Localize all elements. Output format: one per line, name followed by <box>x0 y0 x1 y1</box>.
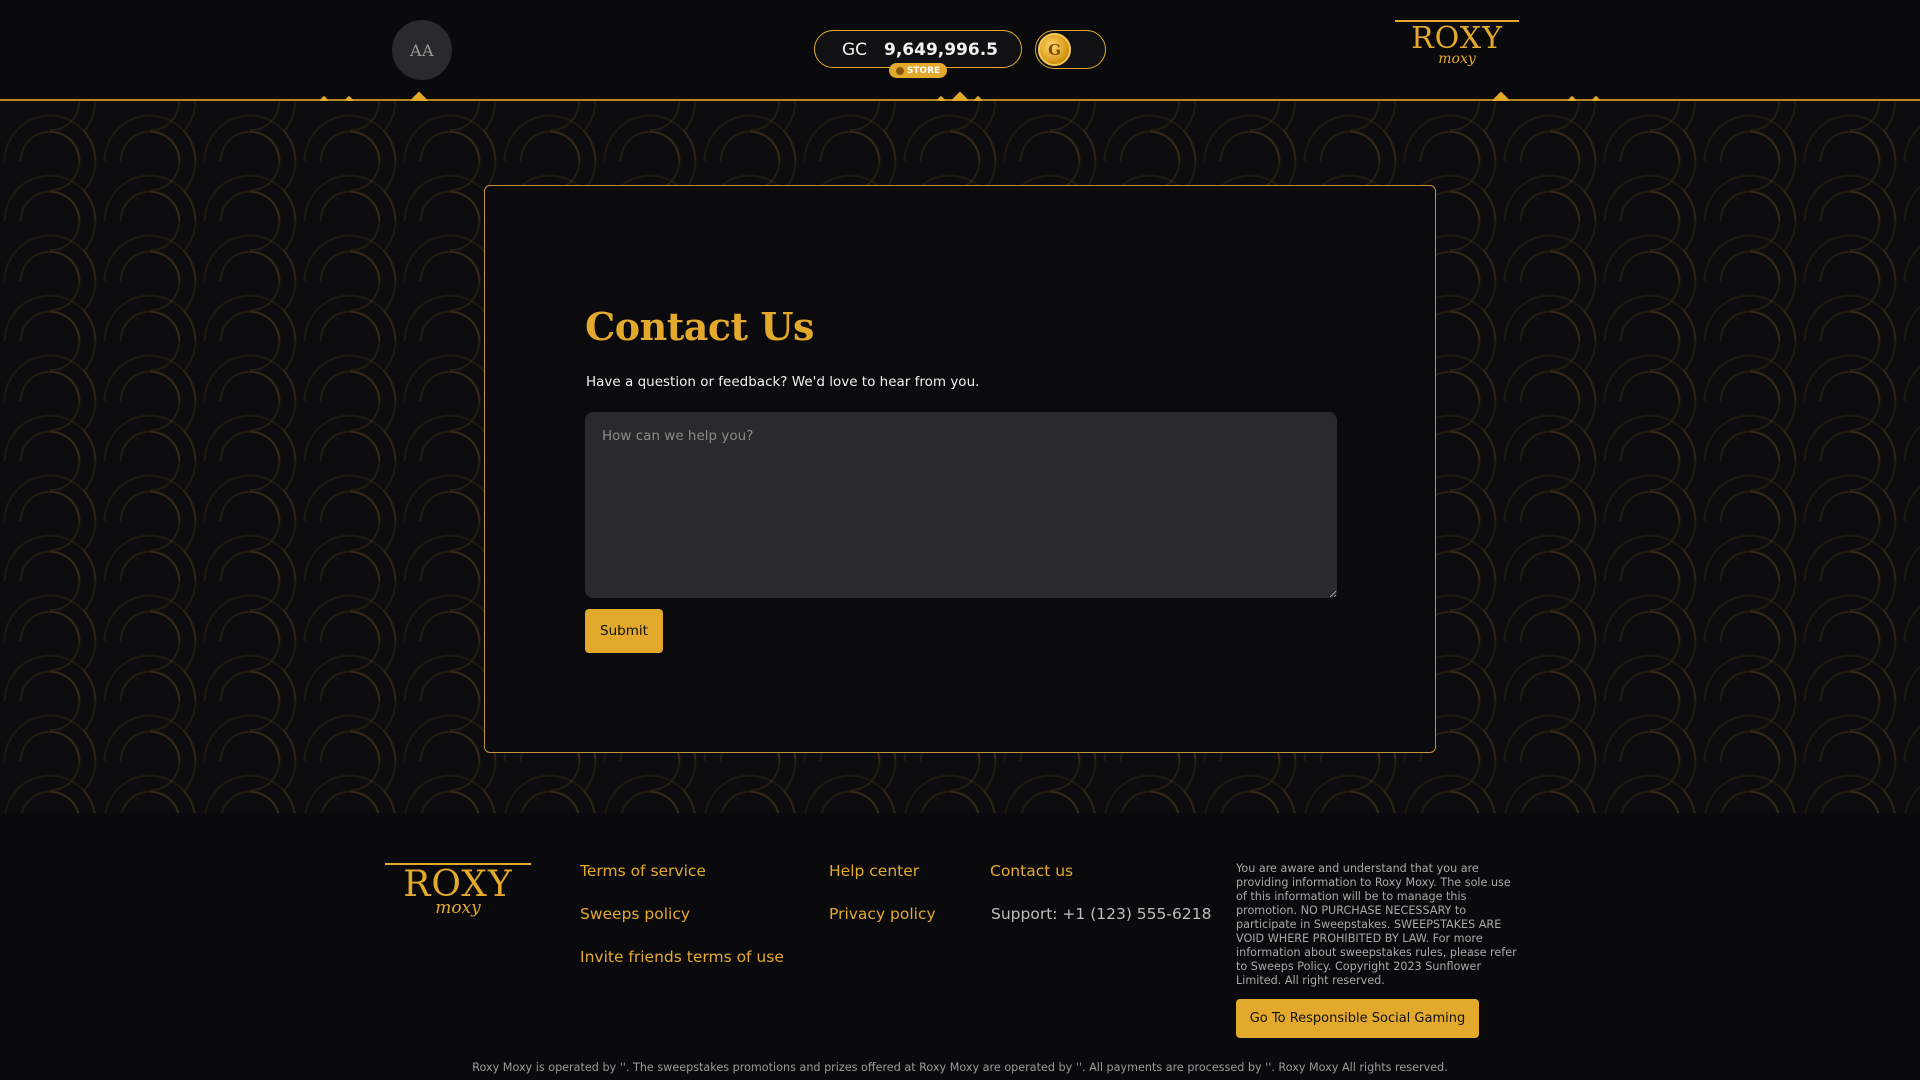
disclaimer-text: You are aware and understand that you ar… <box>1236 862 1517 987</box>
contact-us-link[interactable]: Contact us <box>990 862 1073 880</box>
logo-rule-top <box>1395 20 1519 22</box>
page-subtitle: Have a question or feedback? We'd love t… <box>586 374 980 390</box>
store-label: STORE <box>906 65 941 76</box>
footer: ROXY moxy Terms of service Sweeps policy… <box>0 813 1920 1080</box>
balance-currency: GC <box>842 40 868 60</box>
coin-icon <box>895 66 904 75</box>
invite-friends-terms-link[interactable]: Invite friends terms of use <box>580 948 784 966</box>
footer-logo[interactable]: ROXY moxy <box>384 863 532 917</box>
legal-text: Roxy Moxy is operated by ''. The sweepst… <box>472 1061 1448 1074</box>
responsible-gaming-button[interactable]: Go To Responsible Social Gaming <box>1236 999 1479 1038</box>
help-center-link[interactable]: Help center <box>829 862 919 880</box>
store-button[interactable]: STORE <box>889 63 947 78</box>
sweeps-policy-link[interactable]: Sweeps policy <box>580 905 690 923</box>
support-phone: Support: +1 (123) 555-6218 <box>991 905 1212 923</box>
gold-coin-icon: G <box>1038 33 1071 66</box>
contact-card: Contact Us Have a question or feedback? … <box>484 185 1436 753</box>
page-title: Contact Us <box>585 304 814 349</box>
coin-letter: G <box>1048 40 1061 59</box>
terms-of-service-link[interactable]: Terms of service <box>580 862 706 880</box>
logo-rule-top <box>385 863 531 865</box>
message-input[interactable] <box>585 412 1337 598</box>
privacy-policy-link[interactable]: Privacy policy <box>829 905 936 923</box>
avatar[interactable]: AA <box>392 20 452 80</box>
balance-value: 9,649,996.5 <box>884 40 999 60</box>
header-logo[interactable]: ROXY moxy <box>1393 20 1521 66</box>
currency-toggle[interactable]: G <box>1035 30 1106 69</box>
header: AA GC 9,649,996.5 STORE G ROXY moxy <box>0 0 1920 100</box>
submit-button[interactable]: Submit <box>585 609 663 653</box>
avatar-initials: AA <box>409 40 435 60</box>
